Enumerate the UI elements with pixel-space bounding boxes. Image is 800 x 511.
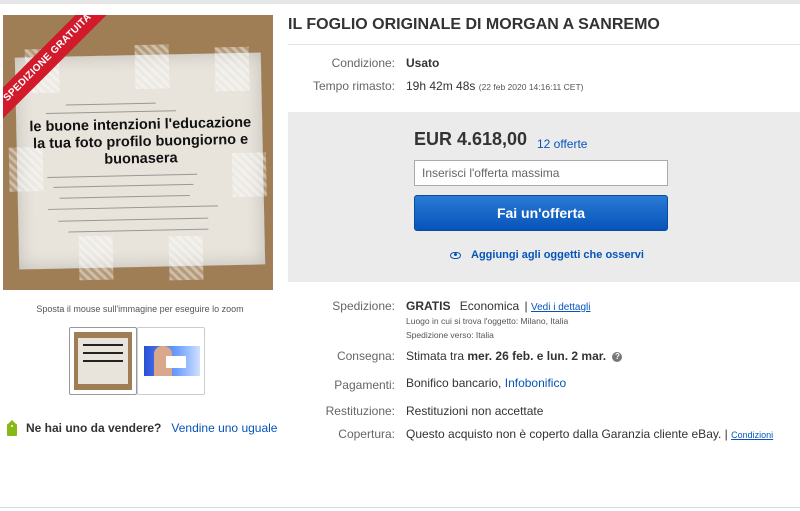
handwriting <box>47 205 218 210</box>
handwriting <box>45 110 176 114</box>
main-item-image[interactable]: le buone intenzioni l'educazione la tua … <box>3 15 273 290</box>
delivery-dates: mer. 26 feb. e lun. 2 mar. <box>467 349 607 363</box>
handwriting <box>68 228 209 233</box>
offers-count-link[interactable]: 12 offerte <box>537 137 587 151</box>
shipping-free: GRATIS <box>406 299 451 313</box>
condition-value: Usato <box>406 56 440 70</box>
eye-icon <box>450 251 461 259</box>
info-icon[interactable]: ? <box>612 352 623 362</box>
thumbnail-2[interactable] <box>137 327 205 395</box>
time-left-label: Tempo rimasto: <box>312 79 395 93</box>
place-bid-button[interactable]: Fai un'offerta <box>414 195 668 231</box>
handwriting <box>58 217 209 222</box>
shipping-type: Economica <box>459 299 520 313</box>
sell-similar-row: Ne hai uno da vendere? Vendine uno ugual… <box>6 420 277 436</box>
sell-question: Ne hai uno da vendere? <box>26 421 162 435</box>
separator: | <box>524 299 528 313</box>
handwriting <box>59 194 190 199</box>
paper-sheet: le buone intenzioni l'educazione la tua … <box>8 44 267 281</box>
handwriting <box>65 102 156 106</box>
coverage-row: Questo acquisto non è coperto dalla Gara… <box>406 427 773 441</box>
tape-piece <box>214 46 250 92</box>
paper-printed-text: le buone intenzioni l'educazione la tua … <box>29 114 252 168</box>
price-tag-icon <box>6 420 18 436</box>
tape-piece <box>134 44 170 90</box>
item-title: IL FOGLIO ORIGINALE DI MORGAN A SANREMO <box>288 16 660 33</box>
payment-method: Bonifico bancario, <box>406 376 502 390</box>
thumbnail-image <box>142 332 200 390</box>
shipping-row: GRATIS Economica | Vedi i dettagli <box>406 299 590 313</box>
shipping-label: Spedizione: <box>332 299 395 313</box>
time-left-row: 19h 42m 48s (22 feb 2020 14:16:11 CET) <box>406 79 583 93</box>
delivery-label: Consegna: <box>336 349 395 363</box>
add-to-watchlist-link[interactable]: Aggiungi agli oggetti che osservi <box>450 249 644 261</box>
delivery-row: Stimata tra mer. 26 feb. e lun. 2 mar. ? <box>406 349 623 363</box>
handwriting <box>47 173 198 178</box>
sell-similar-link[interactable]: Vendine uno uguale <box>171 421 277 435</box>
divider <box>288 44 800 45</box>
coverage-label: Copertura: <box>338 427 395 441</box>
item-location: Luogo in cui si trova l'oggetto: Milano,… <box>406 316 569 326</box>
watch-label: Aggiungi agli oggetti che osservi <box>471 249 644 261</box>
zoom-hint: Sposta il mouse sull'immagine per esegui… <box>36 304 244 314</box>
bottom-divider <box>0 507 800 508</box>
returns-label: Restituzione: <box>325 404 395 418</box>
returns-value: Restituzioni non accettate <box>406 404 544 418</box>
coverage-conditions-link[interactable]: Condizioni <box>731 430 773 440</box>
tape-piece <box>168 235 204 281</box>
time-left-value: 19h 42m 48s <box>406 79 476 93</box>
handwriting <box>53 183 194 188</box>
current-price: EUR 4.618,00 <box>414 129 528 149</box>
condition-label: Condizione: <box>331 56 395 70</box>
infobonifico-link[interactable]: Infobonifico <box>505 376 566 390</box>
tape-piece <box>78 235 114 281</box>
top-border <box>0 0 800 4</box>
payments-label: Pagamenti: <box>334 378 395 392</box>
max-bid-input[interactable] <box>414 160 668 186</box>
thumbnail-1[interactable] <box>69 327 137 395</box>
payments-row: Bonifico bancario, Infobonifico <box>406 376 566 390</box>
ships-to: Spedizione verso: Italia <box>406 330 494 340</box>
shipping-details-link[interactable]: Vedi i dettagli <box>531 302 591 313</box>
delivery-prefix: Stimata tra <box>406 349 465 363</box>
thumbnail-image <box>74 332 132 390</box>
coverage-text: Questo acquisto non è coperto dalla Gara… <box>406 427 728 441</box>
end-date: (22 feb 2020 14:16:11 CET) <box>478 82 584 92</box>
